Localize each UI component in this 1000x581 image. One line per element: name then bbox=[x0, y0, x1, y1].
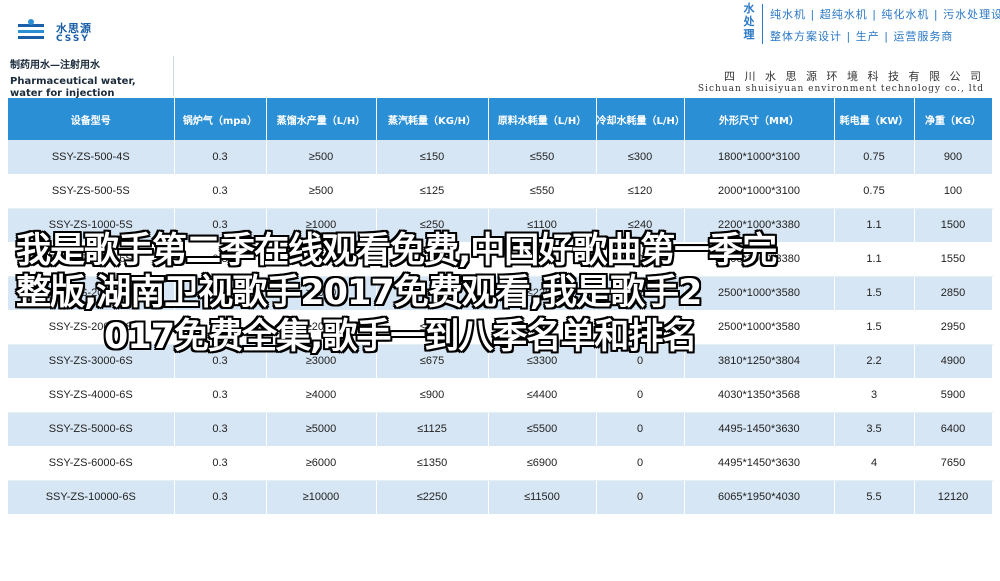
table-cell: ≤4400 bbox=[488, 378, 597, 413]
table-cell: ≤5500 bbox=[488, 412, 597, 447]
overlay-caption-line-2: 整版,湖南卫视歌手2017免费观看,我是歌手2 bbox=[16, 273, 702, 313]
table-cell: 2000*1000*3100 bbox=[684, 174, 835, 209]
table-cell: SSY-ZS-10000-6S bbox=[8, 480, 175, 515]
company-name-area: 四 川 水 思 源 环 境 科 技 有 限 公 司 Sichuan shuisi… bbox=[174, 56, 992, 96]
table-row: SSY-ZS-5000-6S 0.3 ≥5000 ≤1125 ≤5500 0 4495-14… bbox=[8, 412, 993, 447]
company-name-en: Sichuan shuisiyuan environment technolog… bbox=[697, 84, 984, 94]
table-cell: 0.75 bbox=[834, 140, 915, 175]
table-row: SSY-ZS-500-4S 0.3 ≥500 ≤150 ≤550 ≤300 1800*100… bbox=[8, 140, 993, 175]
slogan-vertical-text: 水 处 理 bbox=[740, 2, 758, 41]
table-cell: 900 bbox=[914, 140, 993, 175]
column-header: 外形尺寸（MM） bbox=[684, 98, 835, 140]
slogan-vertical-char: 水 bbox=[743, 2, 755, 15]
table-cell: ≤120 bbox=[596, 174, 685, 209]
table-cell: 0 bbox=[596, 446, 685, 481]
table-cell: 0 bbox=[596, 378, 685, 413]
table-cell: 4 bbox=[834, 446, 915, 481]
table-cell: 1800*1000*3100 bbox=[684, 140, 835, 175]
logo-english-name: CSSY bbox=[56, 34, 90, 44]
column-header: 锅炉气（mpa） bbox=[174, 98, 267, 140]
column-header: 冷却水耗量（L/H） bbox=[596, 98, 685, 140]
table-cell: 4495*1450*3630 bbox=[684, 446, 835, 481]
column-header: 蒸馏水产量（L/H） bbox=[266, 98, 377, 140]
table-cell: 6065*1950*4030 bbox=[684, 480, 835, 515]
table-cell: SSY-ZS-4000-6S bbox=[8, 378, 175, 413]
product-category-title: 制药用水—注射用水 Pharmaceutical water, water fo… bbox=[8, 56, 174, 99]
table-cell: SSY-ZS-6000-6S bbox=[8, 446, 175, 481]
table-row: SSY-ZS-4000-6S 0.3 ≥4000 ≤900 ≤4400 0 4030*135… bbox=[8, 378, 993, 413]
column-header: 原料水耗量（L/H） bbox=[488, 98, 597, 140]
table-cell: 4030*1350*3568 bbox=[684, 378, 835, 413]
table-cell: 0.3 bbox=[174, 480, 267, 515]
table-cell: ≥500 bbox=[266, 140, 377, 175]
slogan-block: 水 处 理 纯水机 | 超纯水机 | 纯化水机 | 污水处理设备 整体方案设计 … bbox=[736, 2, 1000, 46]
table-cell: ≤900 bbox=[376, 378, 489, 413]
table-cell: ≤550 bbox=[488, 140, 597, 175]
table-cell: ≤125 bbox=[376, 174, 489, 209]
logo-drop-icon bbox=[18, 19, 44, 39]
table-cell: 0.3 bbox=[174, 140, 267, 175]
slogan-services: 整体方案设计 | 生产 | 运营服务商 bbox=[770, 30, 954, 43]
table-cell: ≥10000 bbox=[266, 480, 377, 515]
table-cell: 0.3 bbox=[174, 378, 267, 413]
column-header: 设备型号 bbox=[8, 98, 175, 140]
slogan-vertical-char: 处 bbox=[743, 15, 755, 28]
slogan-divider bbox=[762, 4, 763, 44]
table-cell: 100 bbox=[914, 174, 993, 209]
table-cell: SSY-ZS-500-4S bbox=[8, 140, 175, 175]
table-cell: 7650 bbox=[914, 446, 993, 481]
category-title-cn: 制药用水—注射用水 bbox=[10, 60, 100, 71]
table-cell: 0.3 bbox=[174, 174, 267, 209]
table-cell: 3 bbox=[834, 378, 915, 413]
table-row: SSY-ZS-500-5S 0.3 ≥500 ≤125 ≤550 ≤120 2000*100… bbox=[8, 174, 993, 209]
table-cell: ≥6000 bbox=[266, 446, 377, 481]
table-cell: ≤150 bbox=[376, 140, 489, 175]
table-cell: 0 bbox=[596, 412, 685, 447]
table-cell: 12120 bbox=[914, 480, 993, 515]
table-cell: ≤550 bbox=[488, 174, 597, 209]
table-cell: 0.75 bbox=[834, 174, 915, 209]
table-cell: ≤2250 bbox=[376, 480, 489, 515]
table-header-row: 设备型号 锅炉气（mpa） 蒸馏水产量（L/H） 蒸汽耗量（KG/H） 原料水耗量（L/… bbox=[8, 98, 993, 140]
title-band: 制药用水—注射用水 Pharmaceutical water, water fo… bbox=[8, 56, 992, 99]
column-header: 耗电量（KW） bbox=[834, 98, 915, 140]
column-header: 净重（KG） bbox=[914, 98, 993, 140]
company-logo[interactable]: 水思源 CSSY bbox=[14, 18, 124, 48]
table-cell: 3.5 bbox=[834, 412, 915, 447]
overlay-caption-line-3: 017免费全集,歌手一到八季名单和排名 bbox=[104, 317, 697, 357]
table-cell: ≥4000 bbox=[266, 378, 377, 413]
table-cell: 0 bbox=[596, 480, 685, 515]
table-cell: ≥5000 bbox=[266, 412, 377, 447]
table-cell: ≤1125 bbox=[376, 412, 489, 447]
slogan-products: 纯水机 | 超纯水机 | 纯化水机 | 污水处理设备 bbox=[770, 8, 1000, 21]
table-cell: 5900 bbox=[914, 378, 993, 413]
table-row: SSY-ZS-6000-6S 0.3 ≥6000 ≤1350 ≤6900 0 4495*14… bbox=[8, 446, 993, 481]
overlay-caption-line-1: 我是歌手第二季在线观看免费,中国好歌曲第一季完 bbox=[16, 231, 777, 271]
top-header: 水思源 CSSY 水 处 理 纯水机 | 超纯水机 | 纯化水机 | 污水处理设… bbox=[0, 0, 1000, 56]
table-cell: 5.5 bbox=[834, 480, 915, 515]
table-cell: 6400 bbox=[914, 412, 993, 447]
category-title-en: Pharmaceutical water, water for injectio… bbox=[10, 76, 136, 99]
table-cell: ≤1350 bbox=[376, 446, 489, 481]
column-header: 蒸汽耗量（KG/H） bbox=[376, 98, 489, 140]
company-name-cn: 四 川 水 思 源 环 境 科 技 有 限 公 司 bbox=[724, 70, 984, 83]
table-cell: 0.3 bbox=[174, 412, 267, 447]
table-row: SSY-ZS-10000-6S 0.3 ≥10000 ≤2250 ≤11500 0 6065… bbox=[8, 480, 993, 515]
slogan-vertical-char: 理 bbox=[743, 28, 755, 41]
table-cell: SSY-ZS-500-5S bbox=[8, 174, 175, 209]
table-cell: ≤6900 bbox=[488, 446, 597, 481]
table-cell: ≥500 bbox=[266, 174, 377, 209]
table-cell: 4495-1450*3630 bbox=[684, 412, 835, 447]
table-cell: ≤300 bbox=[596, 140, 685, 175]
table-cell: 0.3 bbox=[174, 446, 267, 481]
overlay-caption: 我是歌手第二季在线观看免费,中国好歌曲第一季完 整版,湖南卫视歌手2017免费观… bbox=[16, 230, 976, 370]
table-cell: SSY-ZS-5000-6S bbox=[8, 412, 175, 447]
table-cell: ≤11500 bbox=[488, 480, 597, 515]
